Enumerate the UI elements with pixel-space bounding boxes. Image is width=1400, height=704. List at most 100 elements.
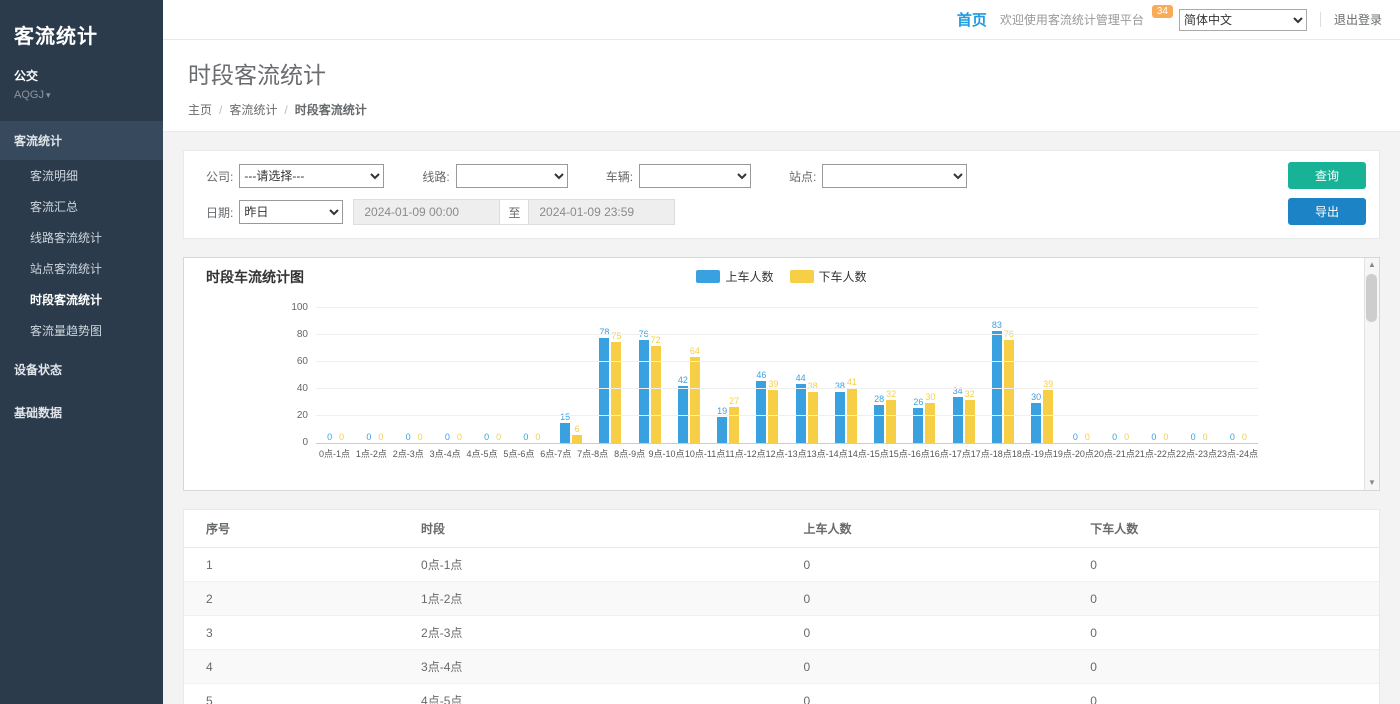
- table-body: 10点-1点0021点-2点0032点-3点0043点-4点0054点-5点00…: [184, 548, 1379, 704]
- bar-value-label: 30: [1031, 392, 1041, 402]
- date-range-select[interactable]: 昨日: [239, 200, 343, 224]
- bar-stack: 0: [1227, 308, 1238, 443]
- bar-value-label: 0: [1203, 432, 1208, 442]
- home-link[interactable]: 首页: [957, 9, 987, 30]
- bar[interactable]: [611, 342, 621, 443]
- bar-group: 4438: [787, 308, 826, 443]
- sidebar-item[interactable]: 站点客流统计: [0, 253, 163, 284]
- table-cell: 2: [184, 582, 411, 616]
- station-filter: 站点:: [789, 164, 967, 188]
- bar-stack: 32: [964, 308, 975, 443]
- company-select[interactable]: ---请选择---: [239, 164, 384, 188]
- sidebar-item[interactable]: 时段客流统计: [0, 284, 163, 315]
- sidebar-item[interactable]: 线路客流统计: [0, 222, 163, 253]
- bar-value-label: 0: [523, 432, 528, 442]
- station-select[interactable]: [822, 164, 967, 188]
- bar-group: 00: [1219, 308, 1258, 443]
- y-tick-label: 100: [280, 302, 308, 313]
- bar-value-label: 32: [886, 389, 896, 399]
- bar[interactable]: [768, 390, 778, 443]
- bar[interactable]: [717, 417, 727, 443]
- query-button[interactable]: 查询: [1288, 162, 1366, 189]
- sidebar-section-1[interactable]: 设备状态: [0, 350, 163, 389]
- gridline: [316, 388, 1258, 389]
- bar[interactable]: [925, 403, 935, 444]
- sidebar-item[interactable]: 客流汇总: [0, 191, 163, 222]
- bar-stack: 38: [834, 308, 845, 443]
- bar[interactable]: [690, 357, 700, 443]
- bar[interactable]: [796, 384, 806, 443]
- table-cell: 0: [1080, 616, 1379, 650]
- bar[interactable]: [1031, 403, 1041, 444]
- bar[interactable]: [808, 392, 818, 443]
- bar[interactable]: [835, 392, 845, 443]
- vehicle-select[interactable]: [639, 164, 751, 188]
- sidebar-item[interactable]: 客流明细: [0, 160, 163, 191]
- bar-value-label: 83: [992, 320, 1002, 330]
- bar[interactable]: [639, 340, 649, 443]
- logout-link[interactable]: 退出登录: [1334, 11, 1382, 28]
- bar[interactable]: [886, 400, 896, 443]
- bar-stack: 0: [1200, 308, 1211, 443]
- export-button[interactable]: 导出: [1288, 198, 1366, 225]
- notification-badge[interactable]: 34: [1152, 5, 1173, 18]
- scroll-up-icon[interactable]: ▲: [1368, 260, 1376, 270]
- chart-legend: 上车人数下车人数: [184, 268, 1379, 285]
- breadcrumb-separator: /: [284, 103, 287, 117]
- bar-value-label: 15: [560, 412, 570, 422]
- bar-stack: 0: [1160, 308, 1171, 443]
- bar[interactable]: [572, 435, 582, 443]
- brand-title: 客流统计: [0, 0, 163, 53]
- chart-scrollbar-thumb[interactable]: [1366, 274, 1377, 322]
- bar-stack: 34: [952, 308, 963, 443]
- breadcrumb-parent[interactable]: 客流统计: [229, 101, 277, 118]
- bar-stack: 30: [925, 308, 936, 443]
- table-header-cell: 下车人数: [1080, 510, 1379, 548]
- bar[interactable]: [560, 423, 570, 443]
- bar-value-label: 0: [1151, 432, 1156, 442]
- org-selector[interactable]: AQGJ▾: [14, 89, 149, 101]
- table-cell: 0: [1080, 548, 1379, 582]
- date-start-input[interactable]: 2024-01-09 00:00: [353, 199, 500, 225]
- bar-stack: 39: [1043, 308, 1054, 443]
- bar[interactable]: [756, 381, 766, 443]
- org-block: 公交 AQGJ▾: [0, 53, 163, 117]
- legend-item[interactable]: 上车人数: [696, 268, 773, 285]
- date-end-input[interactable]: 2024-01-09 23:59: [528, 199, 675, 225]
- sidebar-section-2[interactable]: 基础数据: [0, 393, 163, 432]
- x-axis-label: 22点-23点: [1176, 447, 1217, 460]
- bar[interactable]: [1004, 340, 1014, 443]
- bar[interactable]: [992, 331, 1002, 443]
- language-select[interactable]: 简体中文: [1179, 9, 1307, 31]
- bar-stack: 0: [454, 308, 465, 443]
- bar-value-label: 0: [339, 432, 344, 442]
- scroll-down-icon[interactable]: ▼: [1368, 478, 1376, 488]
- bar[interactable]: [599, 338, 609, 443]
- table-cell: 0点-1点: [411, 548, 793, 582]
- breadcrumb-home[interactable]: 主页: [188, 101, 212, 118]
- bar-stack: 19: [717, 308, 728, 443]
- y-tick-label: 40: [280, 383, 308, 394]
- legend-item[interactable]: 下车人数: [790, 268, 867, 285]
- table-row: 10点-1点00: [184, 548, 1379, 582]
- bar-value-label: 0: [535, 432, 540, 442]
- side-menu: 客流统计客流明细客流汇总线路客流统计站点客流统计时段客流统计客流量趋势图设备状态…: [0, 121, 163, 432]
- bar-value-label: 0: [457, 432, 462, 442]
- bar-stack: 32: [886, 308, 897, 443]
- bar-group: 1927: [709, 308, 748, 443]
- line-select[interactable]: [456, 164, 568, 188]
- x-axis-label: 19点-20点: [1053, 447, 1094, 460]
- bar[interactable]: [874, 405, 884, 443]
- sidebar-section-0[interactable]: 客流统计: [0, 121, 163, 160]
- page-header: 时段客流统计 主页 / 客流统计 / 时段客流统计: [163, 40, 1400, 132]
- sidebar-item[interactable]: 客流量趋势图: [0, 315, 163, 346]
- bar[interactable]: [1043, 390, 1053, 443]
- table-cell: 3: [184, 616, 411, 650]
- table-cell: 0: [793, 684, 1080, 704]
- bar[interactable]: [913, 408, 923, 443]
- bar[interactable]: [965, 400, 975, 443]
- bar[interactable]: [729, 407, 739, 443]
- table-head: 序号时段上车人数下车人数: [184, 510, 1379, 548]
- bar[interactable]: [953, 397, 963, 443]
- bar-value-label: 0: [1163, 432, 1168, 442]
